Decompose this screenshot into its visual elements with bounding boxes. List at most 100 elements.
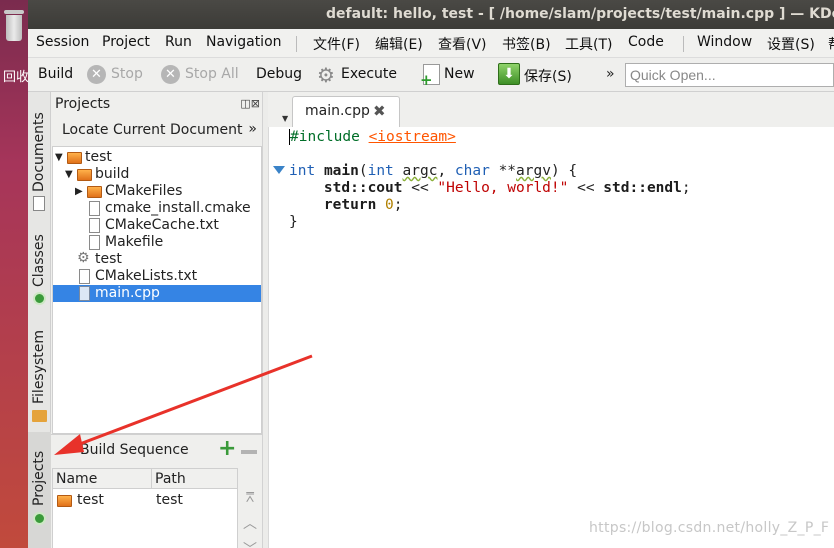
tree-row[interactable]: ▼ test <box>53 149 261 166</box>
execute-gear-icon: ⚙ <box>317 63 335 87</box>
menu-bar: Session Project Run Navigation 文件(F) 编辑(… <box>28 29 834 58</box>
toolbar-overflow-chevron[interactable]: » <box>606 66 615 82</box>
move-down-icon[interactable]: ﹀ <box>241 537 259 548</box>
projects-panel-title: Projects <box>55 96 111 112</box>
save-icon: ⬇ <box>498 63 520 85</box>
move-top-icon[interactable]: ⩞ <box>241 485 259 511</box>
quick-open-input[interactable] <box>625 63 834 87</box>
tree-row[interactable]: CMakeCache.txt <box>53 217 261 234</box>
locate-current-document-button[interactable]: Locate Current Document » <box>52 118 261 143</box>
tree-row[interactable]: ▼ build <box>53 166 261 183</box>
tree-item-label: Makefile <box>105 234 164 250</box>
tree-row[interactable]: ⚙ test <box>53 250 261 268</box>
folder-icon <box>67 152 82 164</box>
move-up-icon[interactable]: ︿ <box>241 511 259 537</box>
collapse-arrow-icon[interactable]: ▶ <box>75 183 83 200</box>
menu-view[interactable]: 查看(V) <box>438 34 487 54</box>
menu-navigation[interactable]: Navigation <box>206 34 282 50</box>
window-title-bar[interactable]: default: hello, test - [ /home/slam/proj… <box>28 0 834 29</box>
watermark: https://blog.csdn.net/holly_Z_P_F <box>589 520 830 536</box>
add-plus-icon[interactable]: + <box>218 438 236 460</box>
menu-settings[interactable]: 设置(S) <box>767 34 815 54</box>
file-icon <box>89 235 100 250</box>
tree-item-label: main.cpp <box>95 285 160 301</box>
tab-documents[interactable]: Documents <box>28 92 51 217</box>
panel-overflow-chevron[interactable]: » <box>248 121 257 137</box>
tab-label: main.cpp <box>305 103 370 119</box>
gear-icon: ⚙ <box>77 250 90 266</box>
desktop-strip: 回收站 <box>0 0 28 548</box>
trash-icon[interactable] <box>4 10 24 42</box>
tree-item-label: CMakeLists.txt <box>95 268 198 284</box>
save-button[interactable]: 保存(S) <box>524 66 572 86</box>
folder-icon <box>77 169 92 181</box>
remove-minus-icon[interactable] <box>241 450 257 454</box>
menu-run[interactable]: Run <box>165 34 192 50</box>
tab-list-caret-icon[interactable]: ▼ <box>282 114 288 123</box>
file-icon <box>89 201 100 216</box>
new-button[interactable]: New <box>444 66 475 82</box>
projects-icon <box>33 512 46 525</box>
panel-float-close-icons[interactable]: ◫⊠ <box>240 97 260 110</box>
tab-documents-label: Documents <box>31 112 47 192</box>
window-title: default: hello, test - [ /home/slam/proj… <box>326 6 834 22</box>
expand-arrow-icon[interactable]: ▼ <box>55 149 63 166</box>
tree-item-label: cmake_install.cmake <box>105 200 251 216</box>
tree-item-label: test <box>85 149 112 165</box>
tab-main-cpp[interactable]: main.cpp ✖ <box>292 96 400 127</box>
fold-marker-icon[interactable] <box>273 166 285 174</box>
menu-file[interactable]: 文件(F) <box>313 34 360 54</box>
build-row-name[interactable]: test <box>77 491 104 509</box>
menu-window[interactable]: Window <box>697 34 752 50</box>
editor-tab-bar: ▼ main.cpp ✖ <box>268 92 834 127</box>
menu-edit[interactable]: 编辑(E) <box>375 34 423 54</box>
menu-bookmarks[interactable]: 书签(B) <box>502 34 551 54</box>
tab-filesystem-label: Filesystem <box>31 329 47 404</box>
tree-item-label: build <box>95 166 130 182</box>
move-buttons: ⩞ ︿ ﹀ <box>241 485 259 548</box>
stop-all-button[interactable]: Stop All <box>185 66 239 82</box>
tab-classes-label: Classes <box>31 234 47 287</box>
left-tool-tabs: Documents Classes Filesystem Projects <box>28 92 51 548</box>
column-header-name[interactable]: Name <box>53 469 152 489</box>
menu-tools[interactable]: 工具(T) <box>565 34 612 54</box>
tree-item-label: CMakeFiles <box>105 183 183 199</box>
menu-help[interactable]: 帮 <box>828 34 834 54</box>
tree-row-selected[interactable]: main.cpp <box>53 285 261 302</box>
trash-label: 回收站 <box>3 70 28 85</box>
debug-button[interactable]: Debug <box>256 66 302 82</box>
expand-arrow-icon[interactable]: ▼ <box>65 166 73 183</box>
tree-item-label: CMakeCache.txt <box>105 217 219 233</box>
tab-filesystem[interactable]: Filesystem <box>28 312 51 427</box>
code-editor[interactable]: #include <iostream> int main(int argc, c… <box>268 127 834 548</box>
new-document-icon: + <box>420 64 440 88</box>
menu-project[interactable]: Project <box>102 34 150 50</box>
main-toolbar: Build ✕ Stop ✕ Stop All Debug ⚙ Execute … <box>28 58 834 92</box>
menu-code[interactable]: Code <box>628 34 664 50</box>
build-button[interactable]: Build <box>38 66 73 82</box>
build-row-path[interactable]: test <box>156 491 183 509</box>
folder-icon <box>87 186 102 198</box>
project-tree: ▼ test ▼ build ▶ CMakeFiles cmake_instal… <box>52 146 262 434</box>
projects-panel: Projects ◫⊠ Locate Current Document » ▼ … <box>51 92 262 434</box>
column-header-path[interactable]: Path <box>152 469 237 489</box>
folder-icon <box>57 495 72 507</box>
tab-projects[interactable]: Projects <box>28 432 51 548</box>
build-sequence-panel: Build Sequence + Name Path test test ⩞ ︿… <box>51 434 262 548</box>
stop-button[interactable]: Stop <box>111 66 143 82</box>
tree-row[interactable]: CMakeLists.txt <box>53 268 261 285</box>
documents-icon <box>33 196 45 211</box>
tree-row[interactable]: cmake_install.cmake <box>53 200 261 217</box>
tree-row[interactable]: ▶ CMakeFiles <box>53 183 261 200</box>
build-sequence-title: Build Sequence <box>80 442 189 458</box>
locate-label: Locate Current Document <box>62 122 243 138</box>
stop-icon: ✕ <box>87 65 106 84</box>
tree-item-label: test <box>95 251 122 267</box>
code-line-6: } <box>289 214 298 230</box>
menu-session[interactable]: Session <box>36 34 89 50</box>
tab-classes[interactable]: Classes <box>28 217 51 312</box>
close-tab-icon[interactable]: ✖ <box>373 102 386 120</box>
execute-button[interactable]: Execute <box>341 66 397 82</box>
code-line-1: #include <iostream> <box>289 129 456 145</box>
tree-row[interactable]: Makefile <box>53 234 261 251</box>
